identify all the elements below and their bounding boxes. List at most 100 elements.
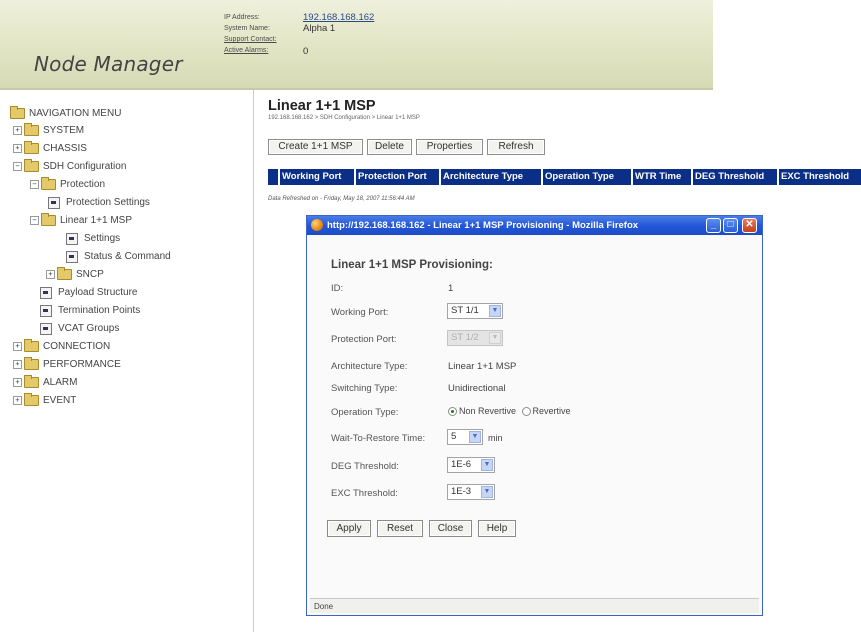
radio-non-revertive[interactable] xyxy=(448,407,457,417)
working-port-label: Working Port: xyxy=(331,307,389,318)
folder-icon xyxy=(24,393,39,406)
nav-item-performance[interactable]: + PERFORMANCE xyxy=(13,357,121,372)
nav-item-termination-points[interactable]: Termination Points xyxy=(40,303,140,318)
expand-plus-icon[interactable]: + xyxy=(13,378,22,387)
nav-item-sncp[interactable]: + SNCP xyxy=(46,267,104,282)
page-icon xyxy=(40,304,52,317)
properties-button[interactable]: Properties xyxy=(416,139,483,155)
close-button[interactable]: Close xyxy=(429,520,472,537)
expand-plus-icon[interactable]: + xyxy=(13,342,22,351)
nav-item-event[interactable]: + EVENT xyxy=(13,393,76,408)
revertive-label[interactable]: Revertive xyxy=(533,406,571,416)
expand-plus-icon[interactable]: + xyxy=(46,270,55,279)
nav-label-linear-msp: Linear 1+1 MSP xyxy=(60,215,132,226)
nav-label-protection: Protection xyxy=(60,179,106,190)
expand-plus-icon[interactable]: + xyxy=(13,144,22,153)
wtr-unit: min xyxy=(488,433,503,443)
nav-item-settings[interactable]: Settings xyxy=(66,231,120,246)
dropdown-arrow-icon[interactable]: ▼ xyxy=(481,486,493,498)
operation-type-label: Operation Type: xyxy=(331,407,399,418)
folder-icon xyxy=(24,375,39,388)
radio-revertive[interactable] xyxy=(521,407,531,417)
nav-label-termination: Termination Points xyxy=(58,305,141,316)
nav-label-alarm: ALARM xyxy=(43,377,78,388)
architecture-type-value: Linear 1+1 MSP xyxy=(448,361,517,372)
exc-threshold-select[interactable]: 1E-3 ▼ xyxy=(447,484,495,500)
nav-item-protection[interactable]: − Protection xyxy=(30,177,105,192)
working-port-select[interactable]: ST 1/1 ▼ xyxy=(447,303,503,319)
refresh-button[interactable]: Refresh xyxy=(487,139,545,155)
delete-button[interactable]: Delete xyxy=(367,139,412,155)
col-deg-threshold[interactable]: DEG Threshold xyxy=(691,169,764,185)
exc-threshold-label: EXC Threshold: xyxy=(331,488,398,499)
nav-label-sdh: SDH Configuration xyxy=(43,161,127,172)
expand-plus-icon[interactable]: + xyxy=(13,360,22,369)
operation-type-radios: Non Revertive Revertive xyxy=(448,406,571,417)
deg-threshold-label: DEG Threshold: xyxy=(331,461,399,472)
col-wtr-time[interactable]: WTR Time xyxy=(631,169,681,185)
nav-item-alarm[interactable]: + ALARM xyxy=(13,375,77,390)
page-icon xyxy=(66,250,78,263)
close-icon[interactable]: ✕ xyxy=(742,218,757,233)
nav-item-linear-msp[interactable]: − Linear 1+1 MSP xyxy=(30,213,132,228)
ip-address-link[interactable]: 192.168.168.162 xyxy=(303,12,374,23)
popup-titlebar[interactable]: http://192.168.168.162 - Linear 1+1 MSP … xyxy=(307,216,762,235)
page-icon xyxy=(40,322,52,335)
col-architecture-type[interactable]: Architecture Type xyxy=(439,169,523,185)
col-exc-threshold[interactable]: EXC Threshold xyxy=(777,169,849,185)
folder-icon xyxy=(57,267,72,280)
popup-window-title: http://192.168.168.162 - Linear 1+1 MSP … xyxy=(327,220,639,231)
collapse-minus-icon[interactable]: − xyxy=(30,180,39,189)
minimize-icon[interactable]: _ xyxy=(706,218,721,233)
open-folder-icon xyxy=(24,159,39,172)
wait-to-restore-label: Wait-To-Restore Time: xyxy=(331,433,426,444)
nav-item-sdh-configuration[interactable]: − SDH Configuration xyxy=(13,159,126,174)
dropdown-arrow-icon[interactable]: ▼ xyxy=(489,305,501,317)
id-label: ID: xyxy=(331,283,344,294)
reset-button[interactable]: Reset xyxy=(377,520,423,537)
nav-root[interactable]: NAVIGATION MENU xyxy=(10,106,121,121)
data-refreshed-text: Data Refreshed on - Friday, May 18, 2007… xyxy=(268,196,415,202)
nav-item-connection[interactable]: + CONNECTION xyxy=(13,339,110,354)
help-button[interactable]: Help xyxy=(478,520,516,537)
non-revertive-label[interactable]: Non Revertive xyxy=(459,406,516,416)
dropdown-arrow-icon[interactable]: ▼ xyxy=(481,459,493,471)
collapse-minus-icon[interactable]: − xyxy=(13,162,22,171)
nav-title: NAVIGATION MENU xyxy=(29,108,122,119)
switching-type-label: Switching Type: xyxy=(331,383,398,394)
switching-type-value: Unidirectional xyxy=(448,383,506,394)
folder-icon xyxy=(24,141,39,154)
wtr-select[interactable]: 5 ▼ xyxy=(447,429,483,445)
deg-threshold-select[interactable]: 1E-6 ▼ xyxy=(447,457,495,473)
expand-plus-icon[interactable]: + xyxy=(13,396,22,405)
header-separator xyxy=(0,88,713,90)
expand-plus-icon[interactable]: + xyxy=(13,126,22,135)
folder-icon xyxy=(24,339,39,352)
create-msp-button[interactable]: Create 1+1 MSP xyxy=(268,139,363,155)
nav-item-payload-structure[interactable]: Payload Structure xyxy=(40,285,138,300)
nav-item-protection-settings[interactable]: Protection Settings xyxy=(48,195,150,210)
apply-button[interactable]: Apply xyxy=(327,520,371,537)
active-alarms-label[interactable]: Active Alarms: xyxy=(224,45,277,56)
dropdown-arrow-icon[interactable]: ▼ xyxy=(469,431,481,443)
collapse-minus-icon[interactable]: − xyxy=(30,216,39,225)
nav-item-system[interactable]: + SYSTEM xyxy=(13,123,84,138)
support-contact-label[interactable]: Support Contact: xyxy=(224,34,277,45)
nav-label-payload: Payload Structure xyxy=(58,287,138,298)
system-info-labels: IP Address: System Name: Support Contact… xyxy=(224,12,277,56)
col-working-port[interactable]: Working Port xyxy=(278,169,341,185)
nav-item-vcat-groups[interactable]: VCAT Groups xyxy=(40,321,119,336)
nav-item-chassis[interactable]: + CHASSIS xyxy=(13,141,87,156)
folder-icon xyxy=(10,106,25,119)
table-header-row: Working Port Protection Port Architectur… xyxy=(268,169,861,185)
nav-label-system: SYSTEM xyxy=(43,125,85,136)
page-icon xyxy=(48,196,60,209)
system-name-value: Alpha 1 xyxy=(303,23,336,34)
col-operation-type[interactable]: Operation Type xyxy=(541,169,614,185)
breadcrumb: 192.168.168.162 > SDH Configuration > Li… xyxy=(268,115,420,121)
maximize-icon[interactable]: □ xyxy=(723,218,738,233)
col-protection-port[interactable]: Protection Port xyxy=(354,169,427,185)
nav-item-status-command[interactable]: Status & Command xyxy=(66,249,171,264)
folder-icon xyxy=(24,123,39,136)
protection-port-select: ST 1/2 ▼ xyxy=(447,330,503,346)
